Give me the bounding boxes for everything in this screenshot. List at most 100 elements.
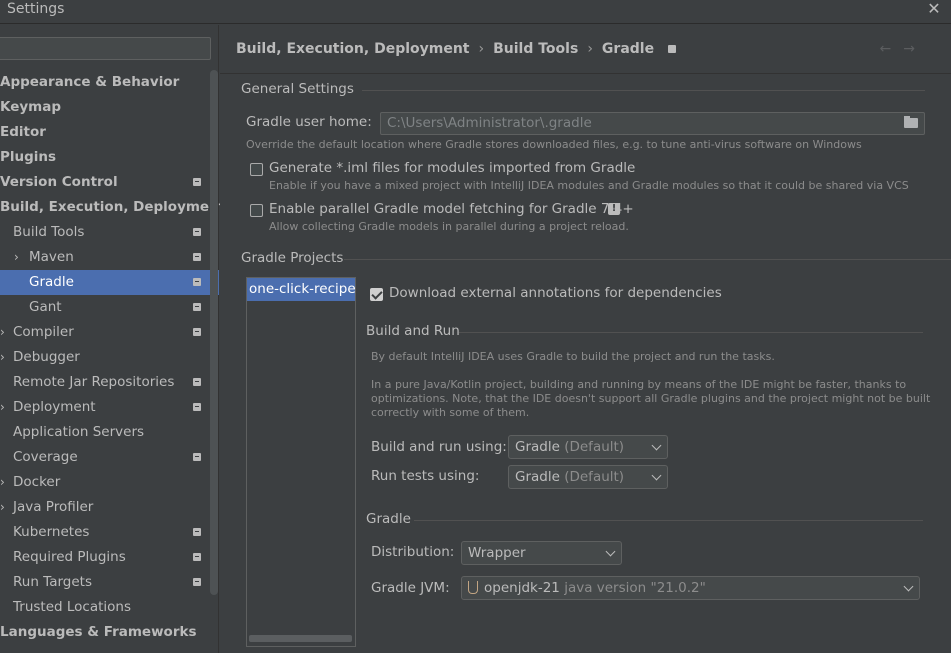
gradle-user-home-value: C:\Users\Administrator\.gradle — [387, 115, 592, 131]
build-and-run-hint-4: correctly with some of them. — [371, 406, 530, 419]
sidebar-item-label: Required Plugins — [13, 549, 126, 565]
sidebar-item-maven[interactable]: › Maven — [0, 245, 210, 270]
projects-list-scrollbar[interactable] — [249, 635, 352, 642]
breadcrumb-separator: › — [478, 41, 485, 57]
settings-tree: Appearance & Behavior Keymap Editor Plugins… — [0, 70, 225, 645]
close-icon[interactable]: ✕ — [927, 1, 941, 17]
chevron-right-icon[interactable]: › — [0, 345, 5, 370]
sidebar-item-label: Maven — [29, 249, 74, 265]
folder-icon[interactable] — [904, 116, 918, 128]
sidebar-item-label: Build Tools — [13, 224, 85, 240]
forward-arrow-icon[interactable]: → — [903, 41, 927, 57]
sidebar-item-gant[interactable]: Gant — [0, 295, 210, 320]
sidebar-item-debugger[interactable]: › Debugger — [0, 345, 210, 370]
back-arrow-icon[interactable]: ← — [880, 41, 904, 57]
sidebar-item-label: Keymap — [0, 99, 62, 115]
search-input[interactable] — [0, 37, 211, 60]
chevron-down-icon — [651, 440, 662, 451]
sidebar-item-kubernetes[interactable]: Kubernetes — [0, 520, 210, 545]
sidebar-item-application-servers[interactable]: Application Servers — [0, 420, 210, 445]
distribution-select[interactable]: Wrapper — [461, 541, 622, 565]
gradle-user-home-label: Gradle user home: — [246, 114, 372, 130]
generate-iml-checkbox[interactable] — [250, 163, 263, 176]
chevron-right-icon[interactable]: › — [0, 395, 5, 420]
chevron-right-icon[interactable]: › — [0, 320, 5, 345]
build-and-run-hint-3: optimizations. Note, that the IDE doesn'… — [371, 392, 931, 405]
sidebar-item-coverage[interactable]: Coverage — [0, 445, 210, 470]
sidebar-item-java-profiler[interactable]: › Java Profiler — [0, 495, 210, 520]
breadcrumb-item-build-execution-deployment[interactable]: Build, Execution, Deployment — [236, 41, 470, 57]
sidebar-item-label: Coverage — [13, 449, 78, 465]
sidebar-item-label: Run Targets — [13, 574, 92, 590]
main-panel: Build, Execution, Deployment › Build Tools… — [220, 25, 951, 653]
project-level-icon — [668, 45, 677, 53]
general-settings-title: General Settings — [241, 81, 354, 97]
gradle-user-home-hint: Override the default location where Grad… — [246, 138, 862, 151]
sidebar-item-label: Languages & Frameworks — [0, 624, 197, 640]
sidebar-item-editor[interactable]: Editor — [0, 120, 210, 145]
sidebar-item-keymap[interactable]: Keymap — [0, 95, 210, 120]
java-icon — [468, 581, 478, 594]
sidebar-scrollbar[interactable] — [210, 70, 218, 595]
sidebar-item-label: Build, Execution, Deployment — [0, 199, 226, 215]
section-divider — [414, 520, 923, 521]
sidebar-item-label: Java Profiler — [13, 499, 94, 515]
chevron-right-icon[interactable]: › — [14, 245, 19, 270]
project-level-icon — [193, 453, 201, 461]
build-and-run-using-label: Build and run using: — [371, 439, 507, 455]
sidebar-item-gradle[interactable]: Gradle — [0, 270, 219, 295]
sidebar-item-build-tools[interactable]: Build Tools — [0, 220, 210, 245]
gradle-section-title: Gradle — [366, 511, 411, 527]
parallel-fetching-label[interactable]: Enable parallel Gradle model fetching fo… — [269, 201, 634, 217]
warning-icon[interactable]: ! — [608, 203, 620, 215]
run-tests-using-select[interactable]: Gradle (Default) — [508, 465, 668, 489]
parallel-fetching-hint: Allow collecting Gradle models in parall… — [269, 220, 629, 233]
section-divider — [362, 90, 925, 91]
jvm-name: openjdk-21 — [484, 580, 560, 596]
sidebar-item-version-control[interactable]: Version Control — [0, 170, 210, 195]
sidebar-item-docker[interactable]: › Docker — [0, 470, 210, 495]
breadcrumb-item-build-tools[interactable]: Build Tools — [493, 41, 578, 57]
sidebar-item-plugins[interactable]: Plugins — [0, 145, 210, 170]
project-level-icon — [193, 278, 201, 286]
sidebar-item-compiler[interactable]: › Compiler — [0, 320, 210, 345]
title-bar: Settings ✕ — [0, 0, 951, 24]
sidebar-item-label: Deployment — [13, 399, 96, 415]
build-and-run-title: Build and Run — [366, 323, 460, 339]
chevron-right-icon[interactable]: › — [0, 495, 5, 520]
distribution-value: Wrapper — [468, 545, 526, 561]
jvm-version: java version "21.0.2" — [564, 580, 706, 596]
test-runner-default: (Default) — [564, 469, 625, 485]
sidebar-item-label: Trusted Locations — [13, 599, 131, 615]
project-level-icon — [193, 303, 201, 311]
sidebar-item-label: Gradle — [29, 274, 74, 290]
project-level-icon — [193, 553, 201, 561]
project-level-icon — [193, 178, 201, 186]
window-title: Settings — [7, 1, 65, 17]
build-and-run-using-select[interactable]: Gradle (Default) — [508, 435, 668, 459]
sidebar-item-trusted-locations[interactable]: Trusted Locations — [0, 595, 210, 620]
sidebar-item-run-targets[interactable]: Run Targets — [0, 570, 210, 595]
gradle-jvm-select[interactable]: openjdk-21 java version "21.0.2" — [461, 576, 920, 600]
sidebar-item-required-plugins[interactable]: Required Plugins — [0, 545, 210, 570]
parallel-fetching-checkbox[interactable] — [250, 204, 263, 217]
project-item[interactable]: one-click-recipe — [247, 278, 355, 301]
sidebar-item-label: Editor — [0, 124, 46, 140]
gradle-user-home-field[interactable]: C:\Users\Administrator\.gradle — [380, 112, 925, 135]
run-tests-using-label: Run tests using: — [371, 468, 480, 484]
settings-sidebar: Appearance & Behavior Keymap Editor Plugins… — [0, 25, 225, 653]
chevron-right-icon[interactable]: › — [0, 470, 5, 495]
build-runner-default: (Default) — [564, 439, 625, 455]
sidebar-item-deployment[interactable]: › Deployment — [0, 395, 210, 420]
chevron-down-icon — [903, 581, 914, 592]
project-level-icon — [193, 528, 201, 536]
sidebar-item-appearance-behavior[interactable]: Appearance & Behavior — [0, 70, 210, 95]
sidebar-item-build-execution-deployment[interactable]: Build, Execution, Deployment — [0, 195, 225, 220]
download-annotations-checkbox[interactable] — [370, 288, 383, 301]
project-level-icon — [193, 378, 201, 386]
sidebar-item-label: Kubernetes — [13, 524, 90, 540]
generate-iml-label[interactable]: Generate *.iml files for modules importe… — [269, 160, 635, 176]
sidebar-item-remote-jar-repositories[interactable]: Remote Jar Repositories — [0, 370, 210, 395]
download-annotations-label[interactable]: Download external annotations for depend… — [389, 285, 722, 301]
sidebar-item-languages-frameworks[interactable]: Languages & Frameworks — [0, 620, 210, 645]
